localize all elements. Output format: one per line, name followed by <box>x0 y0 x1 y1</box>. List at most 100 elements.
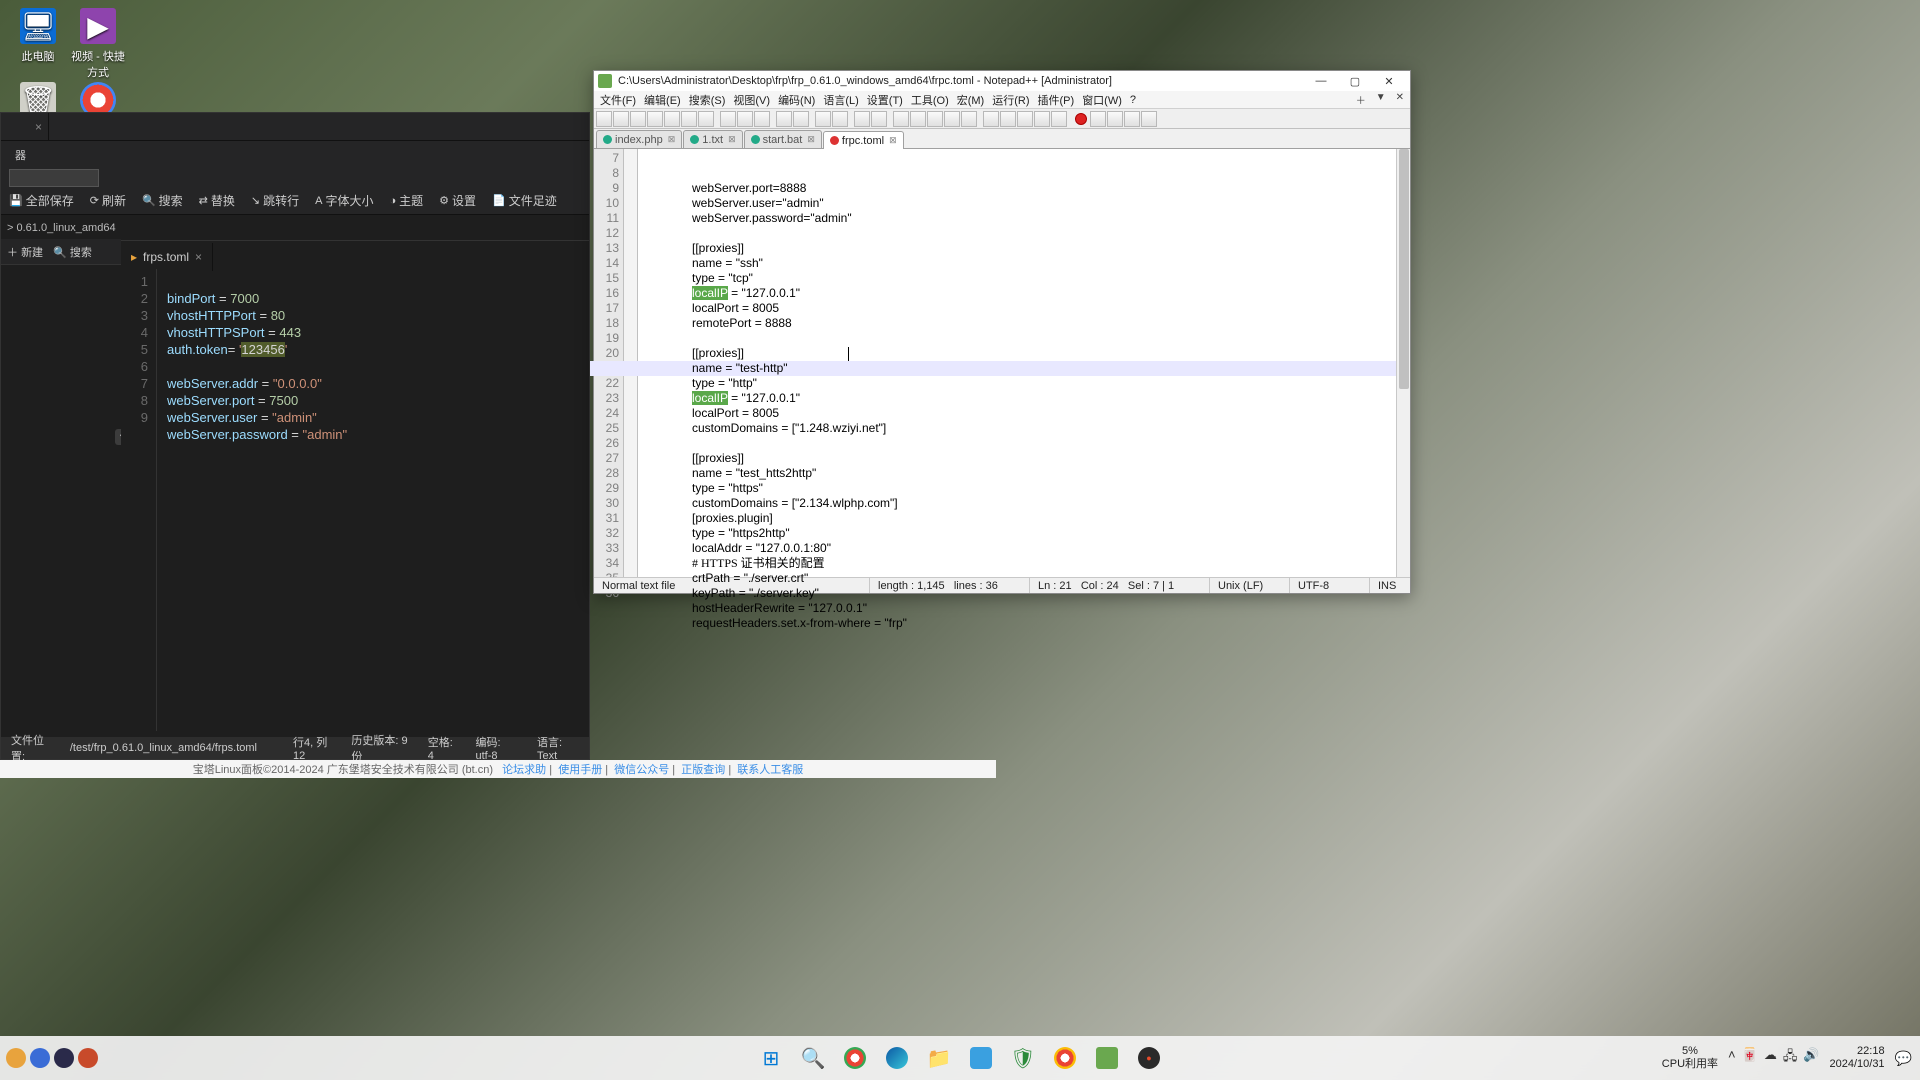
bt-link-support[interactable]: 联系人工客服 <box>737 764 803 776</box>
bt-link-manual[interactable]: 使用手册 <box>558 764 602 776</box>
tb-close-icon[interactable] <box>664 111 680 127</box>
taskbar-edge[interactable] <box>879 1040 915 1076</box>
tb-undo-icon[interactable] <box>776 111 792 127</box>
maximize-button[interactable]: ▢ <box>1338 72 1372 90</box>
tb-replace-icon[interactable] <box>832 111 848 127</box>
tb-paste-icon[interactable] <box>754 111 770 127</box>
tb-wrap-icon[interactable] <box>910 111 926 127</box>
tb-indent-icon[interactable] <box>944 111 960 127</box>
tab-close-icon[interactable]: ⊠ <box>807 134 815 145</box>
tb-copy-icon[interactable] <box>737 111 753 127</box>
desktop-icon-this-pc[interactable]: 🖥 此电脑 <box>8 8 68 64</box>
tb-zoomin-icon[interactable] <box>854 111 870 127</box>
npp-tab-1-txt[interactable]: 1.txt⊠ <box>683 130 742 148</box>
taskbar-security[interactable]: 🛡 <box>1005 1040 1041 1076</box>
search-button[interactable]: 🔍 搜索 <box>53 244 92 260</box>
npp-tab-start-bat[interactable]: start.bat⊠ <box>744 130 822 148</box>
tb-funclist-icon[interactable] <box>1000 111 1016 127</box>
tray-notifications-icon[interactable]: 💬 <box>1895 1050 1912 1067</box>
tb-savemacro-icon[interactable] <box>1141 111 1157 127</box>
menu-plus-icon[interactable]: ＋ <box>1352 92 1370 107</box>
refresh-button[interactable]: ⟳刷新 <box>90 192 126 209</box>
tb-zoomout-icon[interactable] <box>871 111 887 127</box>
tb-save-icon[interactable] <box>630 111 646 127</box>
taskbar-chrome2[interactable] <box>1047 1040 1083 1076</box>
tb-playmulti-icon[interactable] <box>1124 111 1140 127</box>
menu-tools[interactable]: 工具(O) <box>907 92 953 108</box>
npp-tab-frpc-toml[interactable]: frpc.toml⊠ <box>823 131 904 149</box>
taskbar-app2[interactable]: ● <box>1131 1040 1167 1076</box>
bt-code-editor[interactable]: 123456789 bindPort = 7000 vhostHTTPPort … <box>121 269 589 731</box>
tab-close-icon[interactable]: ⊠ <box>889 135 897 146</box>
menu-window[interactable]: 窗口(W) <box>1078 92 1126 108</box>
bt-link-genuine[interactable]: 正版查询 <box>681 764 725 776</box>
menu-view[interactable]: 视图(V) <box>729 92 774 108</box>
tb-print-icon[interactable] <box>698 111 714 127</box>
tb-sync-icon[interactable] <box>893 111 909 127</box>
menu-run[interactable]: 运行(R) <box>988 92 1033 108</box>
menu-edit[interactable]: 编辑(E) <box>640 92 685 108</box>
tb-find-icon[interactable] <box>815 111 831 127</box>
tray-network-icon[interactable]: 🖧 <box>1783 1047 1798 1069</box>
desktop-icon-video-shortcut[interactable]: ▶ 视频 - 快捷方式 <box>68 8 128 80</box>
tab-close-icon[interactable]: ⊠ <box>728 134 736 145</box>
menu-plugins[interactable]: 插件(P) <box>1034 92 1079 108</box>
tb-doclist-icon[interactable] <box>1034 111 1050 127</box>
taskbar-app1[interactable] <box>963 1040 999 1076</box>
search-button[interactable]: 🔍 <box>795 1040 831 1076</box>
tray-ime-icon[interactable]: 🀄 <box>1742 1047 1758 1069</box>
tray-chevron-icon[interactable]: ˄ <box>1728 1047 1736 1069</box>
tb-play-icon[interactable] <box>1107 111 1123 127</box>
menu-language[interactable]: 语言(L) <box>819 92 862 108</box>
npp-code-editor[interactable]: 7891011121314151617181920212223242526272… <box>594 149 1410 577</box>
tb-saveall-icon[interactable] <box>647 111 663 127</box>
taskbar-widgets[interactable] <box>6 1048 98 1068</box>
tb-stop-icon[interactable] <box>1090 111 1106 127</box>
tray-volume-icon[interactable]: 🔊 <box>1803 1047 1819 1069</box>
tb-record-icon[interactable] <box>1075 113 1087 125</box>
menu-search[interactable]: 搜索(S) <box>685 92 730 108</box>
close-icon[interactable]: × <box>35 120 42 134</box>
minimize-button[interactable]: — <box>1304 72 1338 90</box>
tb-open-icon[interactable] <box>613 111 629 127</box>
bt-link-forum[interactable]: 论坛求助 <box>502 764 546 776</box>
tb-folder-icon[interactable] <box>983 111 999 127</box>
menu-file[interactable]: 文件(F) <box>596 92 640 108</box>
tab-close-icon[interactable]: ⊠ <box>668 134 676 145</box>
taskbar-explorer[interactable]: 📁 <box>921 1040 957 1076</box>
menu-help[interactable]: ? <box>1126 94 1140 106</box>
menu-close-icon[interactable]: ✕ <box>1392 92 1408 107</box>
tray-clock[interactable]: 22:18 2024/10/31 <box>1830 1045 1885 1071</box>
settings-button[interactable]: ⚙设置 <box>439 192 476 209</box>
taskbar-notepadpp[interactable] <box>1089 1040 1125 1076</box>
bt-link-wechat[interactable]: 微信公众号 <box>614 764 669 776</box>
new-button[interactable]: ＋ 新建 <box>7 244 43 260</box>
goto-line-button[interactable]: ↘跳转行 <box>251 192 299 209</box>
tb-redo-icon[interactable] <box>793 111 809 127</box>
tray-cloud-icon[interactable]: ☁ <box>1764 1047 1777 1069</box>
menu-macro[interactable]: 宏(M) <box>953 92 989 108</box>
menu-dropdown-icon[interactable]: ▼ <box>1372 92 1390 107</box>
menu-encoding[interactable]: 编码(N) <box>774 92 819 108</box>
save-all-button[interactable]: 💾全部保存 <box>9 192 74 209</box>
tb-monitor-icon[interactable] <box>1051 111 1067 127</box>
npp-tab-index-php[interactable]: index.php⊠ <box>596 130 682 148</box>
menu-settings[interactable]: 设置(T) <box>863 92 907 108</box>
tb-closeall-icon[interactable] <box>681 111 697 127</box>
tb-cut-icon[interactable] <box>720 111 736 127</box>
bt-file-tab-frps[interactable]: ▸ frps.toml × <box>121 243 213 271</box>
search-button[interactable]: 🔍搜索 <box>142 192 183 209</box>
replace-button[interactable]: ⇄替换 <box>199 192 235 209</box>
tb-outdent-icon[interactable] <box>961 111 977 127</box>
npp-title-bar[interactable]: C:\Users\Administrator\Desktop\frp\frp_0… <box>594 71 1410 91</box>
taskbar-chrome[interactable] <box>837 1040 873 1076</box>
tb-docmap-icon[interactable] <box>1017 111 1033 127</box>
close-icon[interactable]: × <box>195 250 202 264</box>
tb-allchars-icon[interactable] <box>927 111 943 127</box>
npp-code-area[interactable]: webServer.port=8888 webServer.user="admi… <box>688 149 1410 577</box>
font-size-button[interactable]: A字体大小 <box>315 192 373 209</box>
start-button[interactable]: ⊞ <box>753 1040 789 1076</box>
bt-breadcrumb[interactable]: > 0.61.0_linux_amd64 <box>1 215 589 241</box>
tb-new-icon[interactable] <box>596 111 612 127</box>
theme-button[interactable]: ◑主题 <box>390 192 424 209</box>
